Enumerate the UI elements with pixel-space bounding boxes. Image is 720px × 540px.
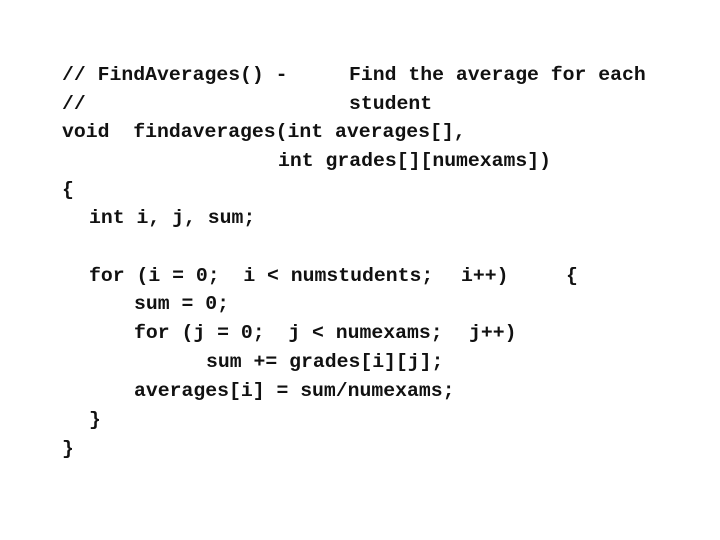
average-assignment-statement: averages[i] = sum/numexams; (134, 380, 455, 402)
outer-for-loop-header: for (i = 0; i < numstudents; (89, 265, 434, 287)
variable-declaration: int i, j, sum; (89, 207, 256, 229)
outer-for-loop-open-brace: { (566, 265, 578, 287)
header-comment-continuation-marker: // (62, 93, 86, 115)
accumulate-statement: sum += grades[i][j]; (206, 351, 444, 373)
inner-for-loop-header: for (j = 0; j < numexams; (134, 322, 443, 344)
outer-for-loop-close-brace: } (89, 409, 101, 431)
outer-for-loop-increment: i++) (461, 265, 509, 287)
function-signature-continued: int grades[][numexams]) (278, 150, 552, 172)
inner-for-loop-increment: j++) (469, 322, 517, 344)
function-open-brace: { (62, 179, 74, 201)
sum-reset-statement: sum = 0; (134, 293, 229, 315)
code-slide: // FindAverages() - Find the average for… (0, 0, 720, 540)
header-comment-description-continued: student (349, 93, 433, 115)
header-comment-description: Find the average for each (349, 64, 646, 86)
header-comment-function-name: // FindAverages() - (62, 64, 288, 86)
function-close-brace: } (62, 438, 74, 460)
function-signature: void findaverages(int averages[], (62, 121, 466, 143)
